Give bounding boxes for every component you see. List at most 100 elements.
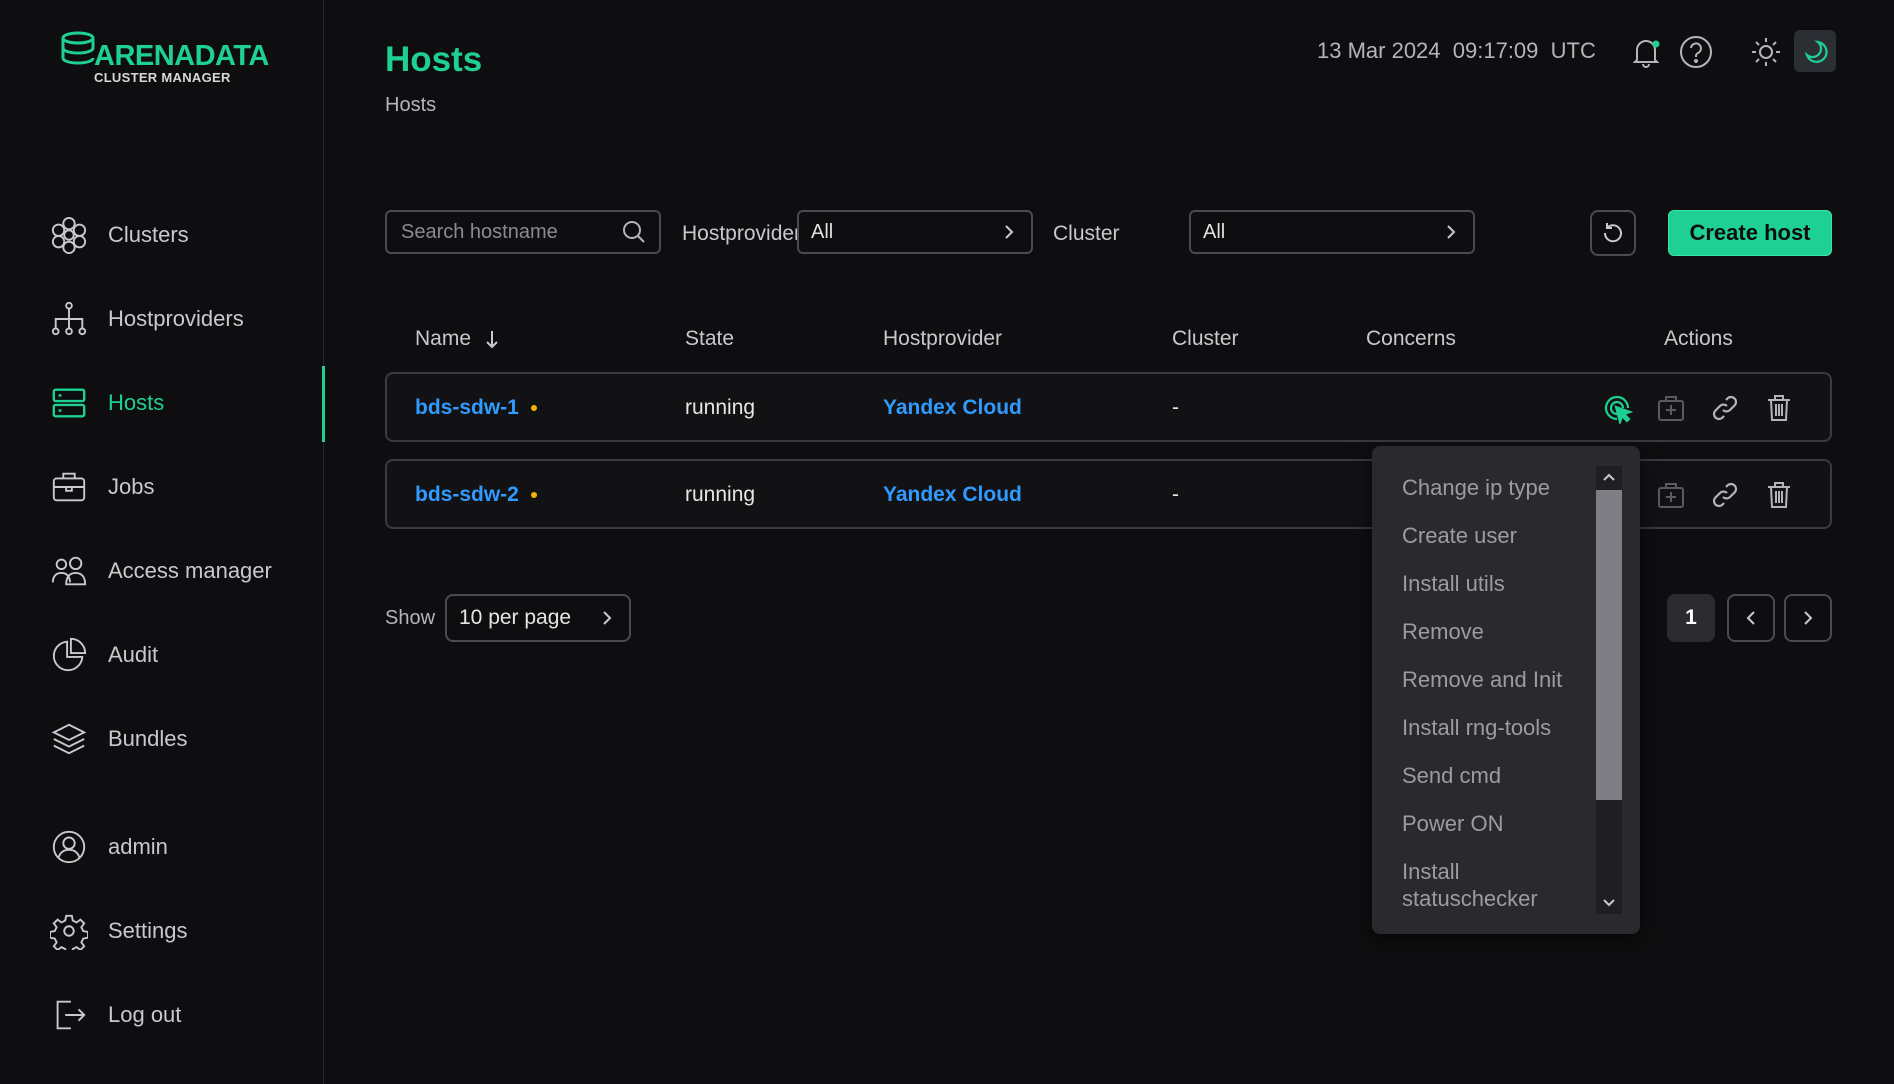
sidebar-item-label: Audit <box>108 642 159 667</box>
column-header-concerns: Concerns <box>1366 327 1456 350</box>
link-button[interactable] <box>1707 477 1743 513</box>
notifications-button[interactable] <box>1626 32 1666 72</box>
add-component-button[interactable] <box>1653 390 1689 426</box>
sidebar-item-settings[interactable]: Settings <box>48 906 318 956</box>
menu-item-create-user[interactable]: Create user <box>1402 522 1582 549</box>
add-component-button[interactable] <box>1653 477 1689 513</box>
sidebar-item-label: Log out <box>108 1002 182 1027</box>
page-button-current[interactable]: 1 <box>1667 594 1715 642</box>
column-header-cluster[interactable]: Cluster <box>1172 327 1239 351</box>
add-to-cluster-icon <box>1658 483 1684 508</box>
brand-subtitle: CLUSTER MANAGER <box>94 70 231 85</box>
column-header-state[interactable]: State <box>685 327 734 351</box>
help-icon <box>1680 36 1712 68</box>
datetime: 13 Mar 2024 09:17:09 UTC <box>1317 38 1596 64</box>
page-title: Hosts <box>385 40 483 79</box>
link-icon <box>1712 395 1738 421</box>
menu-item-send-cmd[interactable]: Send cmd <box>1402 762 1582 789</box>
sidebar-item-logout[interactable]: Log out <box>48 990 318 1040</box>
cluster-label: Cluster <box>1053 222 1120 245</box>
timezone: UTC <box>1550 38 1596 63</box>
scroll-up-icon[interactable] <box>1596 466 1622 488</box>
link-button[interactable] <box>1707 390 1743 426</box>
column-header-actions: Actions <box>1664 327 1733 350</box>
light-theme-button[interactable] <box>1746 32 1786 72</box>
refresh-icon <box>1603 223 1622 243</box>
host-state: running <box>685 483 756 506</box>
search-icon[interactable] <box>621 219 647 245</box>
time: 09:17:09 <box>1452 38 1539 63</box>
breadcrumb[interactable]: Hosts <box>385 94 436 117</box>
scrollbar-thumb[interactable] <box>1596 490 1622 800</box>
sun-icon <box>1752 38 1780 66</box>
search-field[interactable] <box>385 210 661 254</box>
scroll-down-icon[interactable] <box>1596 892 1622 914</box>
arrow-down-icon <box>486 331 498 349</box>
next-page-button[interactable] <box>1784 594 1832 642</box>
hostprovider-link[interactable]: Yandex Cloud <box>883 483 1022 507</box>
host-name-link[interactable]: bds-sdw-2 <box>415 483 537 507</box>
logo[interactable]: ARENADATA CLUSTER MANAGER <box>60 30 270 86</box>
sidebar-item-label: Hostproviders <box>108 306 244 331</box>
date: 13 Mar 2024 <box>1317 38 1441 63</box>
menu-item-remove[interactable]: Remove <box>1402 618 1582 645</box>
brand-name: ARENADATA <box>94 40 269 72</box>
users-icon <box>48 550 90 592</box>
sidebar-item-hostproviders[interactable]: Hostproviders <box>48 294 318 344</box>
server-icon <box>48 382 90 424</box>
hostprovider-label: Hostprovider <box>682 222 802 245</box>
host-state: running <box>685 396 756 419</box>
pie-chart-icon <box>48 634 90 676</box>
sidebar-item-label: Jobs <box>108 474 155 499</box>
column-header-hostprovider[interactable]: Hostprovider <box>883 327 1002 351</box>
sidebar-item-hosts[interactable]: Hosts <box>48 378 318 428</box>
layers-icon <box>48 718 90 760</box>
dark-theme-button[interactable] <box>1794 30 1836 72</box>
help-button[interactable] <box>1676 32 1716 72</box>
sidebar-item-label: Settings <box>108 918 188 943</box>
column-header-name[interactable]: Name <box>415 327 503 351</box>
user-icon <box>48 826 90 868</box>
table-row: bds-sdw-1 running Yandex Cloud - <box>385 372 1832 442</box>
delete-button[interactable] <box>1761 390 1797 426</box>
sidebar-item-jobs[interactable]: Jobs <box>48 462 318 512</box>
chevron-right-icon <box>1447 225 1456 239</box>
menu-item-install-rng-tools[interactable]: Install rng-tools <box>1402 714 1582 741</box>
status-dot <box>530 492 537 499</box>
sidebar: ARENADATA CLUSTER MANAGER Clusters Hostp… <box>0 0 325 1084</box>
delete-button[interactable] <box>1761 477 1797 513</box>
sidebar-item-label: Hosts <box>108 390 165 415</box>
main-content: Hosts Hosts 13 Mar 2024 09:17:09 UTC Sea… <box>324 0 1894 1084</box>
run-action-button[interactable] <box>1599 390 1635 426</box>
menu-item-remove-and-init[interactable]: Remove and Init <box>1402 666 1582 693</box>
trash-icon <box>1768 482 1790 508</box>
sidebar-item-access-manager[interactable]: Access manager <box>48 546 318 596</box>
per-page-select[interactable]: 10 per page <box>445 594 631 642</box>
search-input[interactable] <box>399 219 621 245</box>
sidebar-item-clusters[interactable]: Clusters <box>48 210 318 260</box>
menu-item-change-ip-type[interactable]: Change ip type <box>1402 474 1582 501</box>
menu-item-install-statuschecker[interactable]: Install statuschecker <box>1402 858 1562 912</box>
host-cluster: - <box>1172 483 1179 506</box>
host-cluster: - <box>1172 396 1179 419</box>
clusters-icon <box>48 214 90 256</box>
sidebar-item-bundles[interactable]: Bundles <box>48 714 318 764</box>
create-host-button[interactable]: Create host <box>1668 210 1832 256</box>
sidebar-item-audit[interactable]: Audit <box>48 630 318 680</box>
menu-item-power-on[interactable]: Power ON <box>1402 810 1582 837</box>
host-name-link[interactable]: bds-sdw-1 <box>415 396 537 420</box>
sidebar-item-admin[interactable]: admin <box>48 822 318 872</box>
add-to-cluster-icon <box>1658 396 1684 421</box>
reset-filters-button[interactable] <box>1590 210 1636 256</box>
menu-item-install-utils[interactable]: Install utils <box>1402 570 1582 597</box>
hostprovider-link[interactable]: Yandex Cloud <box>883 396 1022 420</box>
prev-page-button[interactable] <box>1727 594 1775 642</box>
hostprovider-select[interactable]: All <box>797 210 1033 254</box>
cluster-select[interactable]: All <box>1189 210 1475 254</box>
chevron-right-icon <box>1005 225 1014 239</box>
hierarchy-icon <box>48 298 90 340</box>
moon-icon <box>1804 40 1828 63</box>
actions-dropdown: Change ip type Create user Install utils… <box>1372 446 1640 934</box>
per-page-value: 10 per page <box>459 606 572 629</box>
dropdown-scrollbar[interactable] <box>1596 466 1622 914</box>
